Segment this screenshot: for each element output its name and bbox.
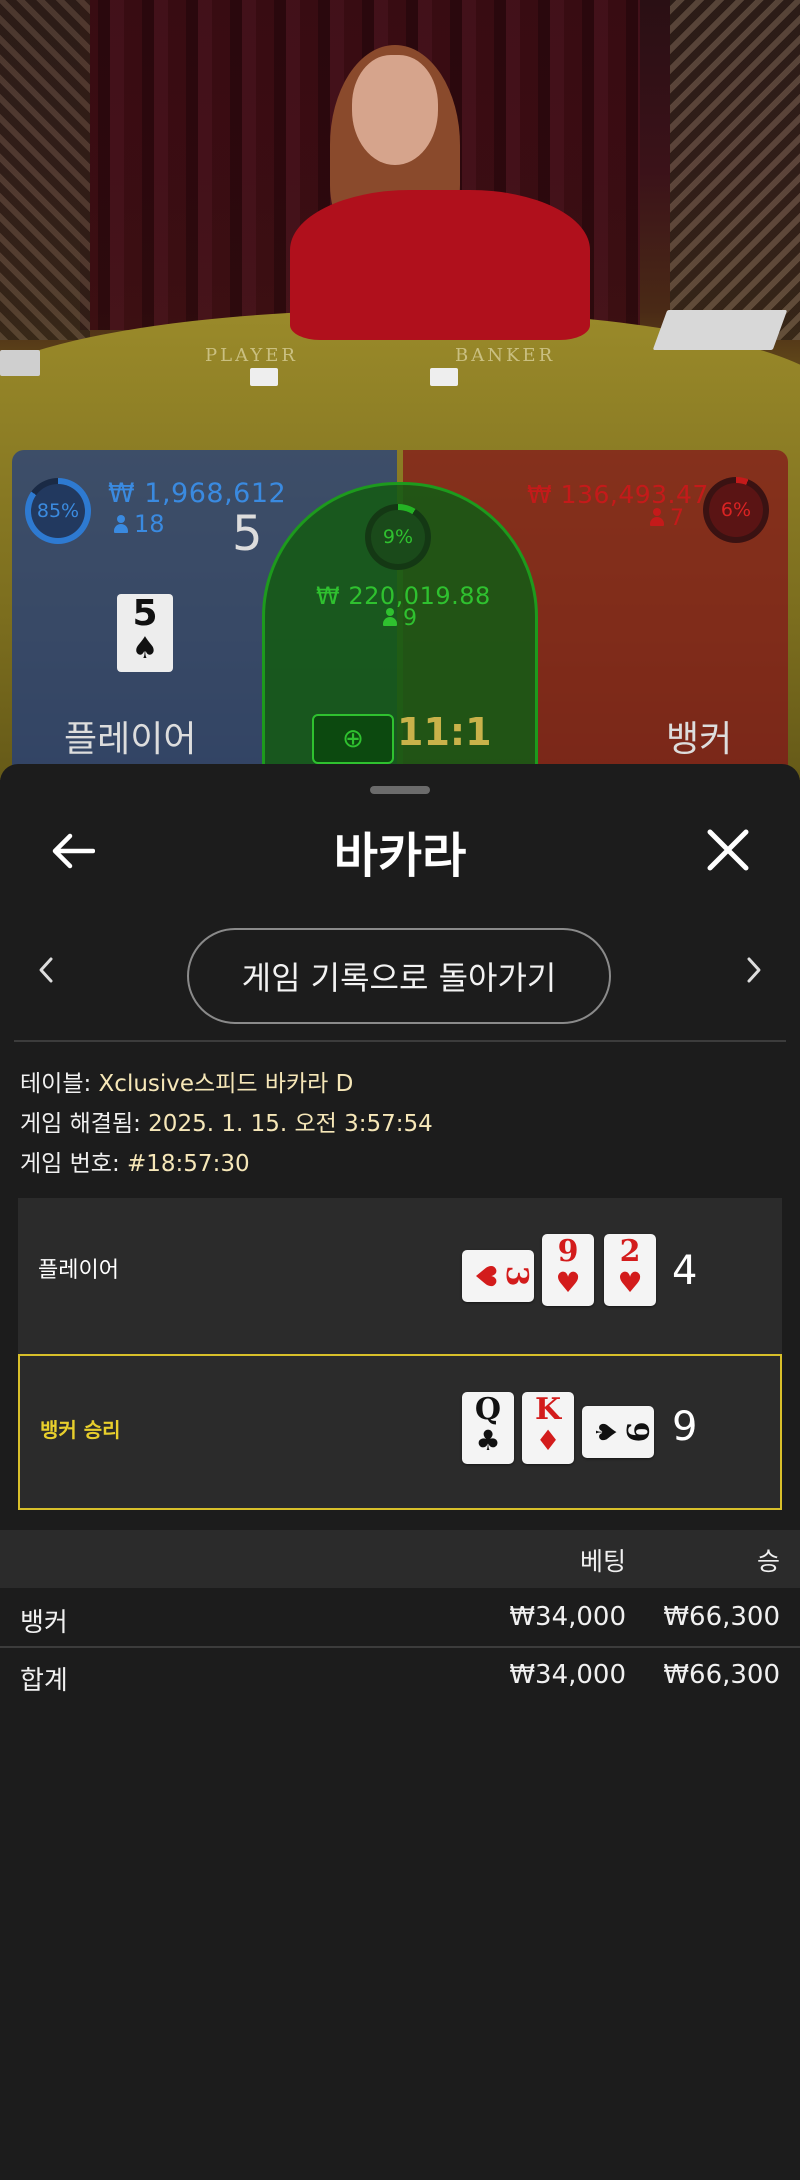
table-info-value: Xclusive스피드 바카라 D	[98, 1071, 354, 1097]
heart-icon: ♥	[469, 1263, 502, 1289]
banker-card-3: 9 ♠	[582, 1406, 654, 1458]
chevron-left-icon	[39, 957, 53, 983]
resolved-info: 게임 해결됨: 2025. 1. 15. 오전 3:57:54	[20, 1104, 433, 1138]
banker-hand-row: 뱅커 승리 Q ♣ K ♦ 9 ♠ 9	[18, 1354, 782, 1510]
player-hand-row: 플레이어 3 ♥ 9 ♥ 2 ♥ 4	[18, 1198, 782, 1354]
resolved-info-value: 2025. 1. 15. 오전 3:57:54	[148, 1111, 433, 1137]
banker-card-1: Q ♣	[462, 1392, 514, 1464]
banker-percent: 6%	[709, 483, 763, 537]
tie-odds: 11:1	[397, 710, 492, 754]
discard-tray	[652, 310, 788, 350]
card-rank: 9	[557, 1234, 579, 1269]
club-icon: ♣	[475, 1424, 501, 1457]
back-to-history-button[interactable]: 게임 기록으로 돌아가기	[187, 928, 611, 1024]
heart-icon: ♥	[555, 1266, 581, 1299]
resolved-info-label: 게임 해결됨:	[20, 1111, 149, 1137]
close-icon	[707, 829, 749, 871]
dealer-head	[352, 55, 438, 165]
player-card-1: 3 ♥	[462, 1250, 534, 1302]
player-card-3: 2 ♥	[604, 1234, 656, 1306]
total-bet-amount: ₩34,000	[509, 1660, 626, 1690]
player-card-2: 9 ♥	[542, 1234, 594, 1306]
player-live-score: 5	[232, 506, 263, 562]
banker-win-label: 뱅커 승리	[40, 1418, 121, 1442]
felt-banker-label: BANKER	[455, 345, 556, 366]
table-info: 테이블: Xclusive스피드 바카라 D	[20, 1064, 353, 1098]
chevron-right-icon	[747, 957, 761, 983]
tie-percent: 9%	[371, 510, 425, 564]
game-detail-sheet: 바카라 게임 기록으로 돌아가기 테이블: Xclusive스피드 바카라 D …	[0, 764, 800, 2180]
heart-icon: ♥	[617, 1266, 643, 1299]
player-percent-ring: 85%	[25, 478, 91, 544]
win-column-header: 승	[756, 1547, 780, 1576]
card-rank: 2	[619, 1234, 641, 1269]
person-icon	[383, 608, 397, 626]
total-label: 합계	[20, 1666, 68, 1696]
diamond-icon: ♦	[535, 1424, 561, 1457]
player-bet-total: ₩ 1,968,612	[108, 478, 287, 509]
decor-screen-right	[670, 0, 800, 340]
bet-row-amount: ₩34,000	[509, 1602, 626, 1632]
previous-game-button[interactable]	[24, 948, 68, 992]
felt-card	[430, 368, 458, 386]
banker-count-value: 7	[670, 506, 684, 531]
card-rank: Q	[474, 1392, 502, 1427]
player-live-card: 5 ♠	[117, 594, 173, 672]
person-icon	[650, 508, 664, 526]
player-count-value: 18	[134, 510, 165, 538]
card-rank: 5	[132, 593, 158, 634]
sheet-title: 바카라	[333, 828, 467, 884]
player-hand-label: 플레이어	[38, 1258, 119, 1283]
banker-bettor-count: 7	[650, 506, 684, 531]
spade-icon: ♠	[589, 1419, 622, 1445]
player-percent: 85%	[31, 484, 85, 538]
person-icon	[114, 515, 128, 533]
banker-area-label: 뱅커	[666, 719, 733, 760]
total-win-amount: ₩66,300	[663, 1660, 780, 1690]
table-info-label: 테이블:	[20, 1071, 99, 1097]
tie-chip-icon: ⊕	[312, 714, 394, 764]
card-rank: 9	[619, 1421, 654, 1443]
table-row: 뱅커 ₩34,000 ₩66,300	[0, 1590, 800, 1648]
sheet-drag-handle[interactable]	[370, 786, 430, 794]
banker-percent-ring: 6%	[703, 477, 769, 543]
tie-percent-ring: 9%	[365, 504, 431, 570]
felt-card	[250, 368, 278, 386]
player-hand-score: 4	[672, 1248, 698, 1294]
banker-bet-total: ₩ 136,493.47	[527, 480, 709, 509]
banker-card-2: K ♦	[522, 1392, 574, 1464]
next-game-button[interactable]	[732, 948, 776, 992]
banker-hand-score: 9	[672, 1404, 698, 1450]
decor-screen-left	[0, 0, 90, 340]
tie-bettor-count: 9	[383, 606, 417, 631]
card-rank: 3	[499, 1265, 534, 1287]
bet-row-label: 뱅커	[20, 1608, 68, 1638]
divider	[14, 1040, 786, 1042]
round-info-label: 게임 번호:	[20, 1151, 128, 1177]
card-rank: K	[534, 1392, 562, 1427]
round-info: 게임 번호: #18:57:30	[20, 1144, 250, 1178]
felt-player-label: PLAYER	[205, 345, 298, 366]
table-row-total: 합계 ₩34,000 ₩66,300	[0, 1648, 800, 1706]
close-button[interactable]	[702, 824, 754, 876]
bet-row-win: ₩66,300	[663, 1602, 780, 1632]
bets-table-header: 베팅 승	[0, 1530, 800, 1588]
spade-icon: ♠	[131, 631, 159, 666]
card-shoe	[0, 350, 40, 376]
dealer-body	[290, 190, 590, 340]
player-bettor-count: 18	[114, 510, 165, 538]
bet-column-header: 베팅	[579, 1547, 626, 1576]
player-area-label: 플레이어	[64, 719, 197, 760]
tie-count-value: 9	[403, 606, 417, 631]
round-info-value: #18:57:30	[127, 1151, 250, 1177]
